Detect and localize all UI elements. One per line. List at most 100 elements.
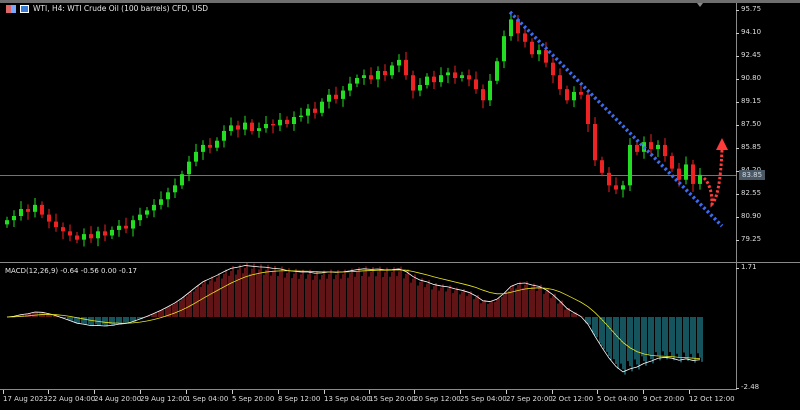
candle-body [355,78,359,84]
candle [341,85,345,107]
candle [663,138,667,162]
price-tick-label: 90.80 [735,74,762,82]
candle [236,120,240,138]
candle-body [488,80,492,101]
candle-body [411,75,415,91]
candle [250,119,254,135]
candle-body [54,221,58,228]
candle [278,112,282,132]
candle-body [453,72,457,78]
time-tick-label: 20 Sep 12:00 [414,390,461,403]
candle [439,67,443,87]
price-chart[interactable] [0,0,800,410]
candle [334,86,338,104]
candle-body [663,144,667,157]
candle [530,38,534,58]
candle-body [523,33,527,42]
candle [68,224,72,242]
candle-body [264,124,268,129]
candle-body [103,231,107,236]
candle-body [306,108,310,116]
candle [152,199,156,218]
candle-body [670,156,674,169]
candle-body [607,172,611,186]
price-tick-label: 82.55 [735,189,762,197]
time-tick-label: 27 Sep 20:00 [506,390,553,403]
candle-body [61,227,65,232]
candle [110,226,114,239]
candle-body [432,76,436,83]
candle [33,198,37,218]
candle-body [369,75,373,80]
candle [320,98,324,117]
candle-body [173,185,177,193]
candle-body [12,216,16,221]
price-tick-label: 87.50 [735,120,762,128]
candle-body [194,151,198,162]
candle-body [243,122,247,130]
candle-body [327,94,331,102]
candle-body [474,79,478,90]
candle [411,70,415,99]
time-tick-label: 24 Aug 20:00 [94,390,142,403]
chart-shift-marker-icon[interactable] [697,3,703,7]
price-tick-label: 95.75 [735,5,762,13]
candle-body [313,108,317,113]
candle [208,138,212,154]
candle-body [215,140,219,148]
candle [201,140,205,160]
candle-body [5,220,9,225]
candle [635,141,639,156]
candle [502,30,506,69]
time-tick-label: 17 Aug 2023 [3,390,48,403]
candle-body [691,164,695,184]
candle-body [404,59,408,76]
candle-body [187,161,191,175]
candle-body [495,61,499,81]
forecast-arrow[interactable] [702,149,724,208]
candle [698,168,702,190]
candle [467,69,471,87]
candle-body [47,214,51,222]
candle-body [152,204,156,211]
candle-body [649,142,653,150]
candle [215,137,219,152]
candle [159,191,163,210]
candle-body [467,75,471,80]
candle [243,115,247,136]
candle-body [166,192,170,200]
candle [537,44,541,62]
candle [586,90,590,132]
candle [474,71,478,94]
candle-body [502,36,506,62]
candle-body [82,234,86,240]
candle [579,83,583,100]
candle [425,73,429,89]
candle [229,117,233,136]
candle [432,70,436,90]
candle [117,220,121,237]
candle-body [19,209,23,216]
time-tick-label: 5 Sep 20:00 [232,390,275,403]
candle-body [236,125,240,130]
candle-body [698,174,702,184]
candle-body [320,101,324,113]
candle-body [285,119,289,124]
candle [495,57,499,85]
candle-body [348,83,352,91]
candle-body [96,231,100,239]
candle-body [439,75,443,83]
candle-body [229,125,233,131]
candle-body [341,90,345,99]
time-tick-label: 22 Aug 04:00 [48,390,96,403]
candle [19,201,23,221]
candle-body [509,19,513,37]
candle-body [278,119,282,126]
candle [656,140,660,158]
candle [670,152,674,173]
macd-label: MACD(12,26,9) -0.64 -0.56 0.00 -0.17 [5,267,137,275]
candle-body [376,71,380,80]
candle-body [33,204,37,212]
candle-body [159,199,163,205]
candle [614,177,618,195]
